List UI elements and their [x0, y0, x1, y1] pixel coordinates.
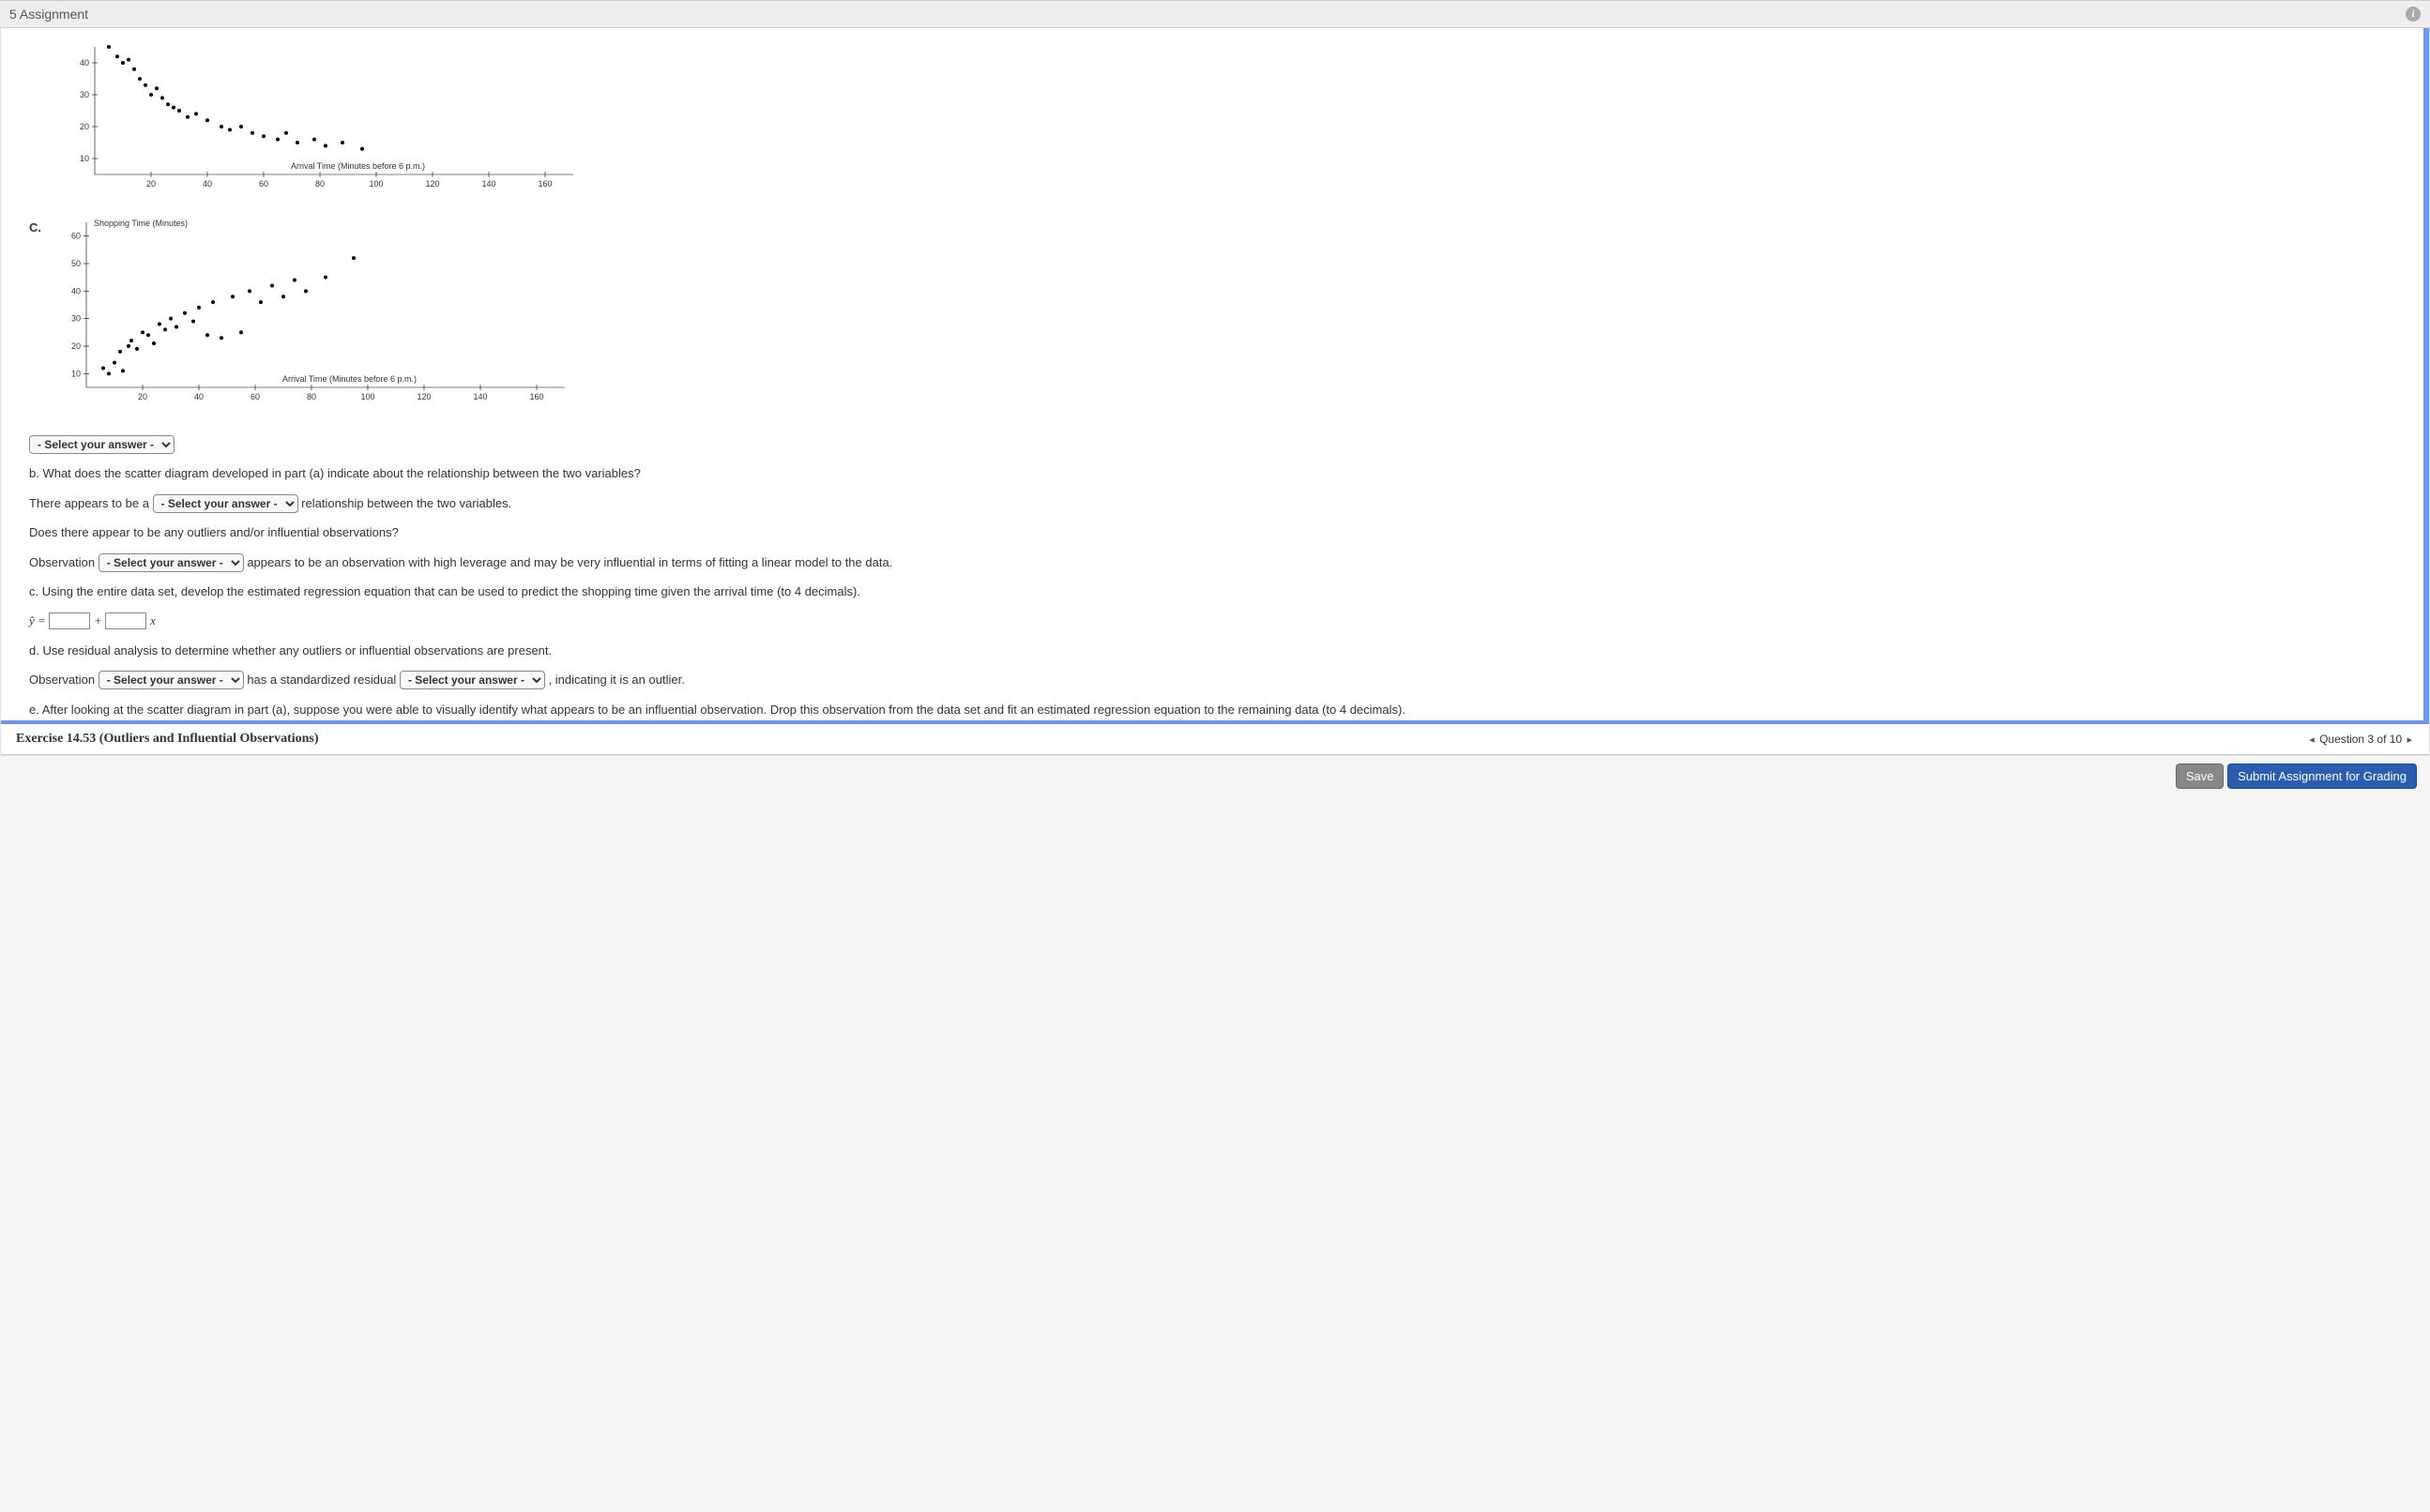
- svg-text:60: 60: [71, 232, 81, 241]
- submit-button[interactable]: Submit Assignment for Grading: [2227, 764, 2417, 789]
- observation-select-b[interactable]: - Select your answer -: [99, 553, 244, 572]
- exercise-bar: Exercise 14.53 (Outliers and Influential…: [1, 722, 2429, 755]
- svg-text:140: 140: [473, 392, 487, 401]
- svg-text:50: 50: [71, 259, 81, 268]
- svg-text:120: 120: [417, 392, 431, 401]
- question-nav: ◂ Question 3 of 10 ▸: [2307, 733, 2414, 746]
- svg-text:Arrival Time (Minutes before 6: Arrival Time (Minutes before 6 p.m.): [282, 374, 417, 384]
- info-icon[interactable]: i: [2406, 7, 2421, 22]
- svg-text:40: 40: [80, 58, 89, 68]
- svg-text:40: 40: [71, 286, 81, 295]
- svg-text:160: 160: [529, 392, 543, 401]
- svg-text:Shopping Time (Minutes): Shopping Time (Minutes): [94, 219, 188, 228]
- svg-text:20: 20: [80, 122, 89, 131]
- svg-text:10: 10: [80, 154, 89, 163]
- svg-text:120: 120: [425, 179, 439, 189]
- part-b-line1: There appears to be a - Select your answ…: [29, 492, 2395, 514]
- svg-text:40: 40: [203, 179, 212, 189]
- part-b-line2: Does there appear to be any outliers and…: [29, 522, 2395, 543]
- svg-text:100: 100: [360, 392, 374, 401]
- svg-text:40: 40: [194, 392, 204, 401]
- part-b-prompt: b. What does the scatter diagram develop…: [29, 462, 2395, 484]
- svg-text:60: 60: [259, 179, 268, 189]
- scatter-chart-top: 20 40 60 80 100 120 140 160 10 20 30 40 Arrival Time…: [57, 41, 2395, 204]
- relationship-select[interactable]: - Select your answer -: [153, 494, 298, 513]
- question-scroll-area: 20 40 60 80 100 120 140 160 10 20 30 40 Arrival Time…: [1, 28, 2429, 722]
- svg-text:30: 30: [80, 90, 89, 99]
- scatter-chart-c: 20 40 60 80 100 120 140 160 10 20 30 40 50 60 Shopping…: [49, 217, 574, 416]
- part-c-prompt: c. Using the entire data set, develop th…: [29, 581, 2395, 602]
- content-container: 20 40 60 80 100 120 140 160 10 20 30 40 Arrival Time…: [0, 28, 2430, 756]
- part-d-prompt: d. Use residual analysis to determine wh…: [29, 640, 2395, 661]
- assignment-header: 5 Assignment i: [0, 0, 2430, 28]
- next-question-arrow[interactable]: ▸: [2405, 734, 2414, 746]
- residual-select-d[interactable]: - Select your answer -: [400, 671, 545, 689]
- observation-select-d[interactable]: - Select your answer -: [99, 671, 244, 689]
- svg-text:20: 20: [146, 179, 156, 189]
- prev-question-arrow[interactable]: ◂: [2307, 734, 2316, 746]
- assignment-title: 5 Assignment: [9, 7, 88, 22]
- svg-text:60: 60: [251, 392, 260, 401]
- footer-buttons: Save Submit Assignment for Grading: [0, 756, 2430, 796]
- part-d-line: Observation - Select your answer - has a…: [29, 669, 2395, 690]
- svg-text:Arrival Time (Minutes before 6: Arrival Time (Minutes before 6 p.m.): [291, 161, 425, 171]
- svg-text:100: 100: [369, 179, 383, 189]
- svg-text:160: 160: [538, 179, 552, 189]
- svg-text:20: 20: [71, 341, 81, 351]
- save-button[interactable]: Save: [2176, 764, 2225, 789]
- part-b-line3: Observation - Select your answer - appea…: [29, 552, 2395, 573]
- answer-select-a[interactable]: - Select your answer -: [29, 435, 175, 454]
- svg-text:20: 20: [138, 392, 147, 401]
- intercept-input-c[interactable]: [49, 612, 90, 629]
- svg-text:80: 80: [307, 392, 316, 401]
- slope-input-c[interactable]: [105, 612, 146, 629]
- svg-text:80: 80: [315, 179, 325, 189]
- part-c-equation: ŷ = + x: [29, 610, 2395, 631]
- svg-text:140: 140: [481, 179, 495, 189]
- svg-text:10: 10: [71, 369, 81, 378]
- exercise-title: Exercise 14.53 (Outliers and Influential…: [16, 732, 319, 747]
- part-c-label: C.: [29, 220, 41, 234]
- part-e-prompt: e. After looking at the scatter diagram …: [29, 699, 2395, 720]
- svg-text:30: 30: [71, 314, 81, 324]
